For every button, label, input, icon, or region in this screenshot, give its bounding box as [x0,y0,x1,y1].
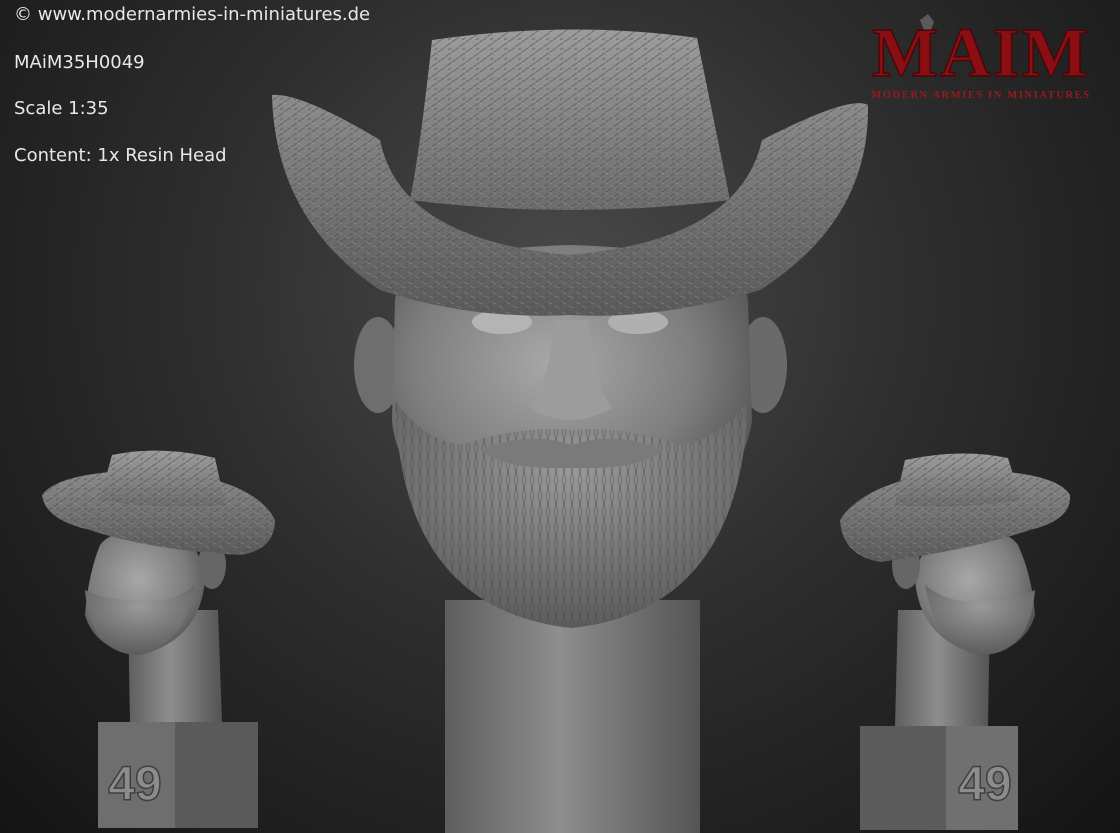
center-crown-weave [410,29,730,211]
left-base-side [175,722,258,828]
left-head: 49 [42,450,275,828]
right-head: 49 [840,453,1071,830]
figure-render: 49 49 [42,29,1071,833]
center-neck [445,600,700,833]
right-base-number: 49 [958,758,1011,811]
center-head [272,29,869,833]
left-base-number: 49 [108,758,161,811]
left-crown-weave [100,450,225,507]
right-crown-weave [895,453,1020,507]
